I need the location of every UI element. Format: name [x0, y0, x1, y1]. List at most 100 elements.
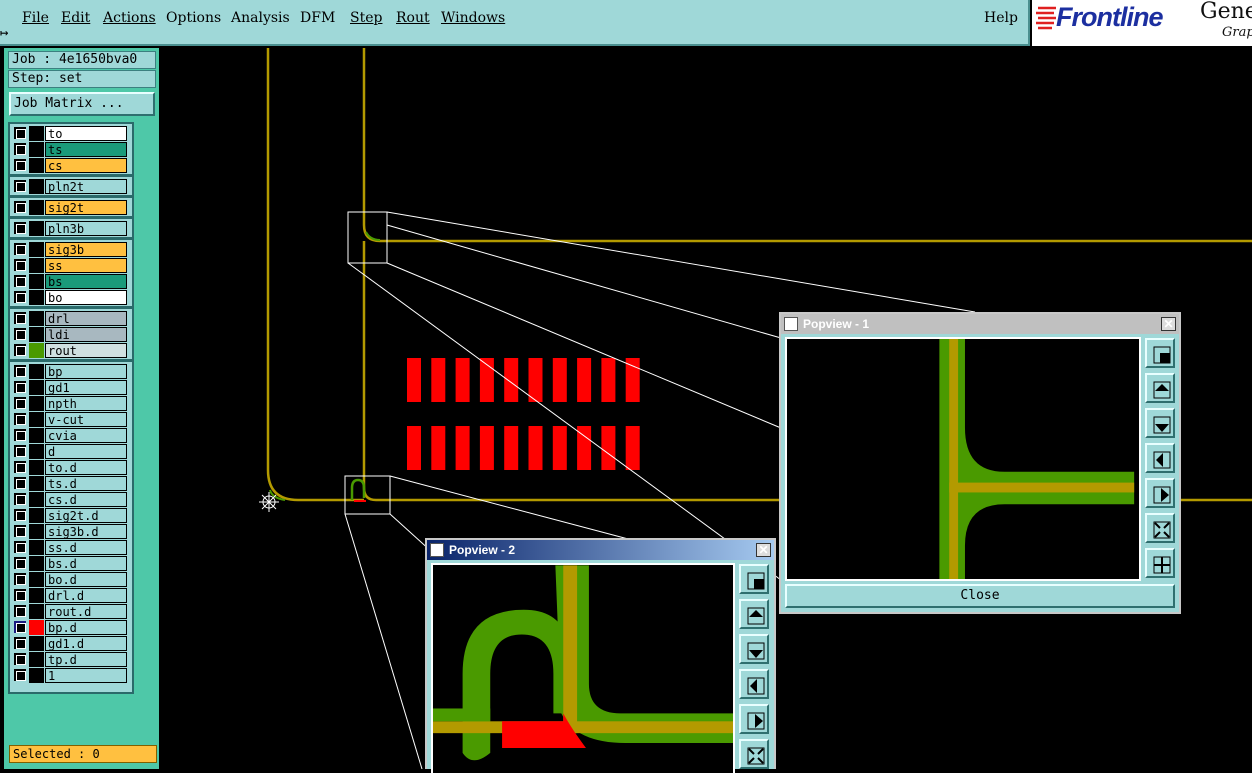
layer-row-to-d[interactable]: to.d	[12, 460, 132, 475]
layer-row-rout[interactable]: rout	[12, 343, 132, 358]
layer-checkbox[interactable]	[14, 477, 26, 489]
layer-label[interactable]: v-cut	[45, 412, 127, 427]
zoom-in-icon[interactable]	[739, 739, 769, 769]
layer-checkbox[interactable]	[14, 589, 26, 601]
layer-row-sig2t-d[interactable]: sig2t.d	[12, 508, 132, 523]
layer-row-bs[interactable]: bs	[12, 274, 132, 289]
menu-options[interactable]: Options	[166, 10, 221, 26]
layer-checkbox[interactable]	[14, 653, 26, 665]
popview-1-titlebar[interactable]: Popview - 1 ✕	[781, 314, 1179, 334]
layer-row-ss[interactable]: ss	[12, 258, 132, 273]
pan-down-icon[interactable]	[739, 634, 769, 664]
menu-edit[interactable]: Edit	[61, 10, 90, 26]
menu-windows[interactable]: Windows	[441, 10, 505, 26]
layer-row-to[interactable]: to	[12, 126, 132, 141]
layer-label[interactable]: bs.d	[45, 556, 127, 571]
layer-label[interactable]: sig2t.d	[45, 508, 127, 523]
layer-row-1[interactable]: 1	[12, 668, 132, 683]
pan-right-icon[interactable]	[1145, 478, 1175, 508]
layer-label[interactable]: bp	[45, 364, 127, 379]
layer-row-ldi[interactable]: ldi	[12, 327, 132, 342]
pan-right-icon[interactable]	[739, 704, 769, 734]
zoom-fit-icon[interactable]	[1145, 338, 1175, 368]
layer-row-sig3b-d[interactable]: sig3b.d	[12, 524, 132, 539]
layer-label[interactable]: cs	[45, 158, 127, 173]
layer-label[interactable]: d	[45, 444, 127, 459]
layer-label[interactable]: drl.d	[45, 588, 127, 603]
pan-up-icon[interactable]	[739, 599, 769, 629]
layer-row-sig3b[interactable]: sig3b	[12, 242, 132, 257]
layer-checkbox[interactable]	[14, 445, 26, 457]
layer-label[interactable]: to	[45, 126, 127, 141]
layer-row-tp-d[interactable]: tp.d	[12, 652, 132, 667]
job-matrix-button[interactable]: Job Matrix ...	[9, 92, 155, 116]
layer-checkbox[interactable]	[14, 259, 26, 271]
layer-label[interactable]: pln2t	[45, 179, 127, 194]
layer-row-bp-d[interactable]: bp.d	[12, 620, 132, 635]
layer-label[interactable]: ldi	[45, 327, 127, 342]
layer-row-bo[interactable]: bo	[12, 290, 132, 305]
menu-file[interactable]: File	[22, 10, 49, 26]
layer-checkbox[interactable]	[14, 557, 26, 569]
menu-analysis[interactable]: Analysis	[231, 10, 290, 26]
layer-label[interactable]: ts	[45, 142, 127, 157]
layer-row-gd1[interactable]: gd1	[12, 380, 132, 395]
layer-label[interactable]: tp.d	[45, 652, 127, 667]
layer-label[interactable]: bo.d	[45, 572, 127, 587]
layer-label[interactable]: rout.d	[45, 604, 127, 619]
layer-checkbox[interactable]	[14, 381, 26, 393]
popview-1-close-button[interactable]: Close	[785, 584, 1175, 608]
layer-checkbox[interactable]	[14, 541, 26, 553]
layer-checkbox[interactable]	[14, 275, 26, 287]
layer-checkbox[interactable]	[14, 413, 26, 425]
layer-row-d[interactable]: d	[12, 444, 132, 459]
layer-row-cvia[interactable]: cvia	[12, 428, 132, 443]
menu-step[interactable]: Step	[350, 10, 382, 26]
layer-row-cs[interactable]: cs	[12, 158, 132, 173]
layer-label[interactable]: sig2t	[45, 200, 127, 215]
layer-checkbox[interactable]	[14, 525, 26, 537]
pan-left-icon[interactable]	[739, 669, 769, 699]
popview-1-window[interactable]: Popview - 1 ✕ Close	[779, 312, 1181, 614]
layer-label[interactable]: cvia	[45, 428, 127, 443]
layer-checkbox[interactable]	[14, 328, 26, 340]
layer-checkbox[interactable]	[14, 243, 26, 255]
layer-label[interactable]: drl	[45, 311, 127, 326]
layer-label[interactable]: ts.d	[45, 476, 127, 491]
layer-checkbox[interactable]	[14, 493, 26, 505]
layer-checkbox[interactable]	[14, 397, 26, 409]
layer-label[interactable]: gd1.d	[45, 636, 127, 651]
layer-label[interactable]: pln3b	[45, 221, 127, 236]
layer-row-pln3b[interactable]: pln3b	[12, 221, 132, 236]
layer-label[interactable]: rout	[45, 343, 127, 358]
popview-1-close-icon[interactable]: ✕	[1161, 317, 1176, 331]
layer-label[interactable]: to.d	[45, 460, 127, 475]
layer-checkbox[interactable]	[14, 461, 26, 473]
layer-checkbox[interactable]	[14, 159, 26, 171]
menu-actions[interactable]: Actions	[103, 10, 156, 26]
layer-label[interactable]: bp.d	[45, 620, 127, 635]
layer-checkbox[interactable]	[14, 180, 26, 192]
layer-row-drl[interactable]: drl	[12, 311, 132, 326]
layer-label[interactable]: 1	[45, 668, 127, 683]
layer-checkbox[interactable]	[14, 143, 26, 155]
menu-help[interactable]: Help	[984, 10, 1018, 26]
layer-row-pln2t[interactable]: pln2t	[12, 179, 132, 194]
menu-rout[interactable]: Rout	[396, 10, 430, 26]
popview-2-window[interactable]: Popview - 2 ✕	[425, 538, 776, 773]
layer-row-ts-d[interactable]: ts.d	[12, 476, 132, 491]
layer-checkbox[interactable]	[14, 291, 26, 303]
layer-checkbox[interactable]	[14, 127, 26, 139]
layer-checkbox[interactable]	[14, 312, 26, 324]
layer-row-rout-d[interactable]: rout.d	[12, 604, 132, 619]
zoom-in-icon[interactable]	[1145, 513, 1175, 543]
layer-row-v-cut[interactable]: v-cut	[12, 412, 132, 427]
layer-checkbox[interactable]	[14, 669, 26, 681]
layer-row-cs-d[interactable]: cs.d	[12, 492, 132, 507]
layer-label[interactable]: ss.d	[45, 540, 127, 555]
popview-2-close-icon[interactable]: ✕	[756, 543, 771, 557]
layer-checkbox[interactable]	[14, 222, 26, 234]
layer-label[interactable]: sig3b	[45, 242, 127, 257]
zoom-fit-icon[interactable]	[739, 564, 769, 594]
layer-checkbox[interactable]	[14, 509, 26, 521]
